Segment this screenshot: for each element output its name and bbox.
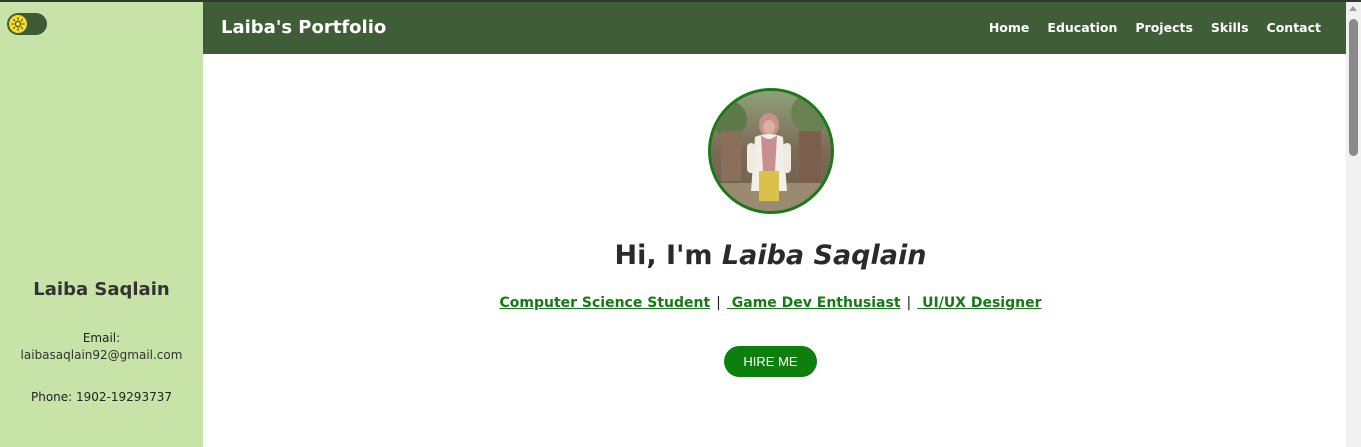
separator: | [716,295,721,311]
page: Laiba Saqlain Email: laibasaqlain92@gmai… [0,0,1361,447]
sun-icon [9,15,27,33]
hire-me-button[interactable]: HIRE ME [724,346,817,377]
nav-link-skills[interactable]: Skills [1211,20,1249,35]
role-link-uiux[interactable]: UI/UX Designer [917,295,1041,311]
greeting-text: Hi, I'm [614,240,722,271]
sidebar-name: Laiba Saqlain [33,279,170,300]
nav-link-education[interactable]: Education [1047,20,1117,35]
brand-title[interactable]: Laiba's Portfolio [221,17,386,38]
phone-value: Phone: 1902-19293737 [31,390,172,404]
nav-link-home[interactable]: Home [989,20,1030,35]
nav-link-projects[interactable]: Projects [1135,20,1193,35]
email-value: laibasaqlain92@gmail.com [20,348,183,362]
scroll-up-arrow-icon[interactable] [1349,6,1357,11]
nav-link-contact[interactable]: Contact [1267,20,1321,35]
hero-section: Hi, I'm Laiba Saqlain Computer Science S… [203,54,1346,447]
role-link-cs-student[interactable]: Computer Science Student [499,295,710,311]
role-link-game-dev[interactable]: Game Dev Enthusiast [727,295,901,311]
theme-toggle[interactable] [7,13,47,35]
roles-line: Computer Science Student | Game Dev Enthu… [203,295,1338,311]
scrollbar-thumb[interactable] [1349,19,1358,156]
sidebar: Laiba Saqlain Email: laibasaqlain92@gmai… [0,2,203,447]
separator: | [906,295,912,311]
profile-photo [708,88,834,214]
email-label: Email: [82,331,121,345]
hero-name: Laiba Saqlain [721,240,927,271]
page-scrollbar[interactable] [1346,2,1361,447]
nav-links: Home Education Projects Skills Contact [989,20,1321,35]
navbar: Laiba's Portfolio Home Education Project… [203,2,1346,54]
hero-title: Hi, I'm Laiba Saqlain [203,240,1338,271]
